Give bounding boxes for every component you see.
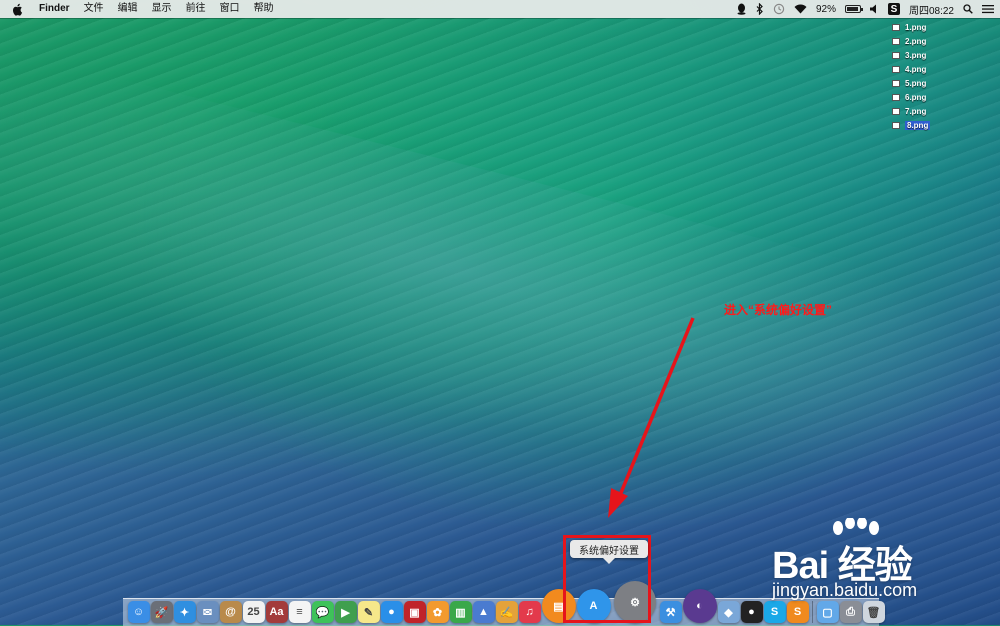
image-file-icon [892,79,900,87]
menu-edit[interactable]: 编辑 [111,0,145,18]
dock-numbers-icon[interactable]: ▥ [449,601,472,623]
menu-bar: Finder 文件 编辑 显示 前往 窗口 帮助 92% S 周四08:22 [0,0,1000,18]
file-name: 6.png [905,92,927,102]
dock-contacts-icon[interactable]: @ [219,601,242,623]
menu-help[interactable]: 帮助 [247,0,281,18]
dock-calendar-icon[interactable]: 25 [242,601,265,623]
image-file-icon [892,37,900,45]
dock-messages-icon[interactable]: 💬 [311,601,334,623]
desktop-file[interactable]: 3.png [892,48,932,62]
dock-ibooks-icon[interactable]: ▤ [541,589,576,623]
dock-safari-icon[interactable]: ✦ [173,601,196,623]
notification-center-icon[interactable] [982,0,994,18]
image-file-icon [892,121,900,129]
bluetooth-icon[interactable] [756,0,764,18]
baidu-jingyan-watermark: Bai 经验 jingyan.baidu.com [772,518,992,610]
desktop-file[interactable]: 5.png [892,76,932,90]
desktop-file[interactable]: 6.png [892,90,932,104]
clock[interactable]: 周四08:22 [909,0,954,18]
apple-menu-icon[interactable] [12,2,26,16]
spotlight-icon[interactable] [963,0,973,18]
dock-finder-icon[interactable]: ☺ [127,601,150,623]
dock-itunes-icon[interactable]: ♫ [518,601,541,623]
file-name: 5.png [905,78,927,88]
wifi-icon[interactable] [794,0,807,18]
file-name: 1.png [905,22,927,32]
dock-reminders-icon[interactable]: ≡ [288,601,311,623]
dock-system-preferences-icon[interactable]: ⚙ [614,581,656,623]
image-file-icon [892,51,900,59]
time-machine-icon[interactable] [773,0,785,18]
image-file-icon [892,23,900,31]
desktop-file[interactable]: 1.png [892,20,932,34]
menu-window[interactable]: 窗口 [213,0,247,18]
menu-app-name[interactable]: Finder [32,0,77,18]
dock-launchpad-icon[interactable]: 🚀 [150,601,173,623]
volume-icon[interactable] [869,0,879,18]
battery-fill [846,7,858,11]
battery-icon[interactable] [844,0,863,18]
image-file-icon [892,107,900,115]
file-name: 7.png [905,106,927,116]
dock-qq-icon[interactable]: ● [740,601,763,623]
dock-tooltip: 系统偏好设置 [570,540,648,564]
desktop-files: 1.png 2.png 3.png 4.png 5.png 6.png 7.pn… [892,20,932,132]
desktop-file[interactable]: 2.png [892,34,932,48]
dock-pages-icon[interactable]: ✍ [495,601,518,623]
annotation-text: 进入“系统偏好设置” [724,303,833,317]
dock-eclipse-icon[interactable]: ◐ [682,589,717,623]
dock-mail-icon[interactable]: ✉ [196,601,219,623]
wallpaper-wave-crest [0,45,1000,575]
dock-virtualbox-icon[interactable]: ◆ [717,601,740,623]
file-name: 2.png [905,36,927,46]
dock-photos-icon[interactable]: ✿ [426,601,449,623]
dock-xcode-icon[interactable]: ⚒ [659,601,682,623]
dock-dictionary-icon[interactable]: Aa [265,601,288,623]
battery-percent: 92% [815,3,836,15]
desktop-file[interactable]: 4.png [892,62,932,76]
menu-file[interactable]: 文件 [77,0,111,18]
dock-qq-chat-icon[interactable]: ● [380,601,403,623]
desktop-file-selected[interactable]: 8.png [892,118,932,132]
menu-go[interactable]: 前往 [179,0,213,18]
file-name: 3.png [905,50,927,60]
sogou-icon[interactable]: S [887,0,900,18]
file-name: 4.png [905,64,927,74]
watermark-url: jingyan.baidu.com [772,580,918,600]
image-file-icon [892,93,900,101]
desktop-file[interactable]: 7.png [892,104,932,118]
qq-icon[interactable] [736,0,747,18]
dock-facetime-icon[interactable]: ▶ [334,601,357,623]
file-name: 8.png [905,120,931,130]
dock-app-store-icon[interactable]: A [576,589,611,623]
menu-view[interactable]: 显示 [145,0,179,18]
dock-notes-icon[interactable]: ✎ [357,601,380,623]
dock-photo-booth-icon[interactable]: ▣ [403,601,426,623]
dock-keynote-icon[interactable]: ▲ [472,601,495,623]
image-file-icon [892,65,900,73]
